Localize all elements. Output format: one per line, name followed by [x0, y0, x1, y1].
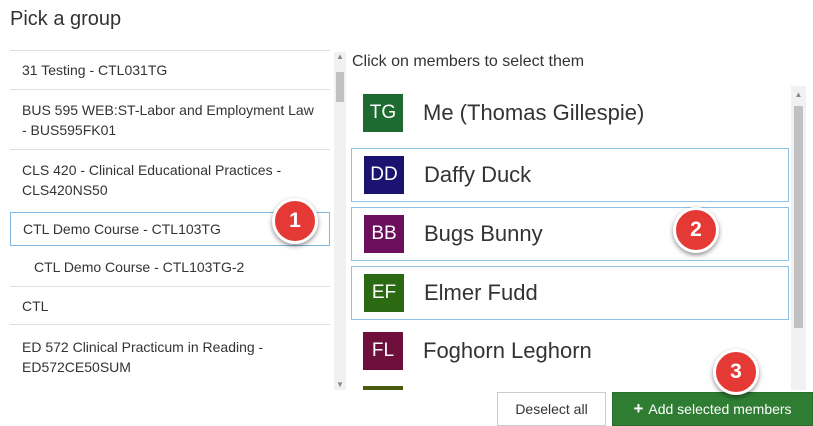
member-row-daffy-duck[interactable]: DD Daffy Duck [351, 148, 789, 202]
avatar: TG [363, 94, 403, 132]
group-item-31-testing[interactable]: 31 Testing - CTL031TG [10, 50, 330, 88]
deselect-all-button[interactable]: Deselect all [497, 392, 606, 426]
scroll-up-icon[interactable]: ▲ [335, 52, 345, 62]
group-item-label: 31 Testing - CTL031TG [22, 61, 168, 78]
avatar: FL [363, 332, 403, 370]
page-title: Pick a group [10, 8, 122, 30]
group-item-bus595[interactable]: BUS 595 WEB:ST-Labor and Employment Law … [10, 89, 330, 149]
member-row-bugs-bunny[interactable]: BB Bugs Bunny [351, 207, 789, 261]
avatar-partial [363, 386, 403, 390]
group-item-ctl[interactable]: CTL [10, 286, 330, 324]
members-list: TG Me (Thomas Gillespie) DD Daffy Duck B… [351, 86, 789, 390]
group-item-label: CTL Demo Course - CTL103TG-2 [34, 259, 245, 275]
member-row-elmer-fudd[interactable]: EF Elmer Fudd [351, 266, 789, 320]
member-name: Bugs Bunny [424, 221, 543, 246]
scrollbar-thumb[interactable] [794, 106, 803, 328]
member-name: Foghorn Leghorn [423, 338, 592, 363]
group-item-label: ED 572 Clinical Practicum in Reading - E… [22, 339, 264, 375]
avatar: EF [364, 274, 404, 312]
group-item-ctl103tg-2[interactable]: CTL Demo Course - CTL103TG-2 [10, 248, 330, 286]
callout-badge-3: 3 [713, 349, 759, 395]
member-name: Daffy Duck [424, 162, 532, 187]
group-list-scrollbar[interactable]: ▲ ▼ [334, 52, 346, 390]
group-item-cls420[interactable]: CLS 420 - Clinical Educational Practices… [10, 149, 330, 209]
avatar: BB [364, 215, 404, 253]
group-item-label: CTL [22, 297, 49, 314]
scrollbar-thumb[interactable] [336, 72, 344, 102]
add-selected-members-label: Add selected members [648, 401, 792, 417]
callout-badge-1: 1 [272, 198, 318, 244]
plus-icon: + [633, 399, 644, 418]
member-row-thomas-gillespie[interactable]: TG Me (Thomas Gillespie) [351, 86, 789, 140]
members-scrollbar[interactable]: ▲ [791, 86, 806, 390]
avatar: DD [364, 156, 404, 194]
member-name: Elmer Fudd [424, 280, 538, 305]
group-item-label: BUS 595 WEB:ST-Labor and Employment Law … [22, 102, 314, 138]
callout-badge-2: 2 [673, 207, 719, 253]
group-item-ed572[interactable]: ED 572 Clinical Practicum in Reading - E… [10, 324, 330, 386]
group-item-label: CLS 420 - Clinical Educational Practices… [22, 162, 282, 198]
scroll-down-icon[interactable]: ▼ [335, 380, 345, 390]
members-instruction: Click on members to select them [352, 53, 585, 70]
add-selected-members-button[interactable]: + Add selected members [612, 392, 813, 426]
group-item-label: CTL Demo Course - CTL103TG [23, 221, 221, 237]
scroll-up-icon[interactable]: ▲ [793, 90, 804, 99]
member-name: Me (Thomas Gillespie) [423, 100, 645, 125]
